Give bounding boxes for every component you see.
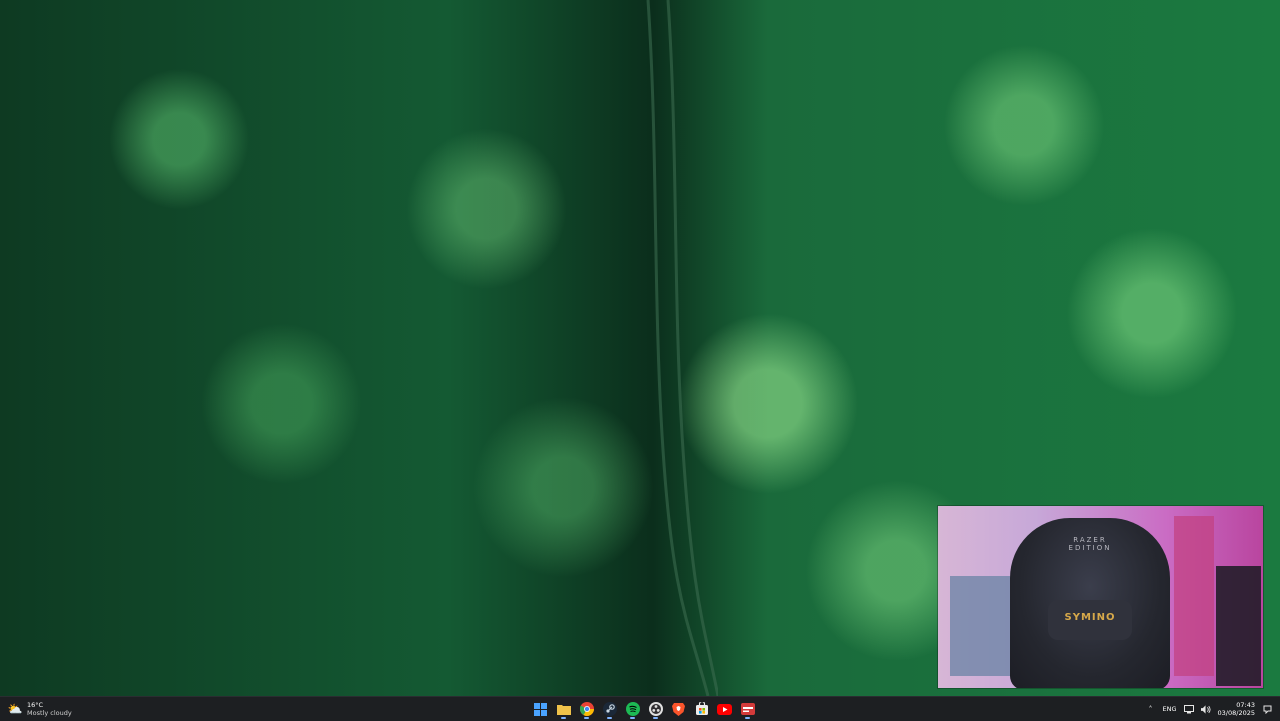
brave-icon: [672, 703, 685, 716]
gaming-chair: RAZER EDITION SYMINO: [1010, 518, 1170, 688]
youtube-button[interactable]: [716, 701, 733, 718]
youtube-icon: [717, 703, 732, 715]
steam-button[interactable]: [601, 701, 618, 719]
clock-time: 07:43: [1236, 701, 1255, 709]
forest-path-decoration: [646, 0, 718, 696]
clock-date: 03/08/2025: [1217, 709, 1255, 717]
webcam-overlay: RAZER EDITION SYMINO: [938, 506, 1263, 688]
chrome-icon: [579, 702, 594, 716]
windows-logo-icon: [534, 702, 547, 716]
chair-pillow: SYMINO: [1048, 600, 1132, 640]
chair-brand: RAZER EDITION: [1010, 536, 1170, 552]
record-icon: [740, 703, 755, 715]
weather-temperature: 16°C: [27, 701, 44, 709]
speaker-icon[interactable]: [1200, 704, 1211, 714]
webcam-monitor: [1216, 566, 1261, 686]
brave-button[interactable]: [670, 701, 687, 718]
taskbar-apps: [532, 699, 756, 719]
spotify-button[interactable]: [624, 701, 641, 719]
recording-app-button[interactable]: [739, 701, 756, 719]
steam-icon: [602, 702, 617, 716]
store-icon: [695, 702, 708, 715]
pillow-text: SYMINO: [1064, 612, 1116, 623]
obs-button[interactable]: [647, 701, 664, 719]
clock[interactable]: 07:43 03/08/2025: [1218, 701, 1255, 717]
show-hidden-icons-chevron-icon[interactable]: ˄: [1146, 704, 1156, 714]
chair-brand-line1: RAZER: [1073, 536, 1107, 544]
system-tray: ˄ ENG 07:43 03/08/2025: [1146, 699, 1272, 719]
start-button[interactable]: [532, 701, 549, 718]
weather-condition: Mostly cloudy: [27, 709, 72, 717]
weather-widget[interactable]: ⛅ 16°C Mostly cloudy: [8, 699, 72, 719]
chair-brand-line2: EDITION: [1068, 544, 1112, 552]
taskbar: ⛅ 16°C Mostly cloudy ˄ ENG 07:43 03/08/2…: [0, 696, 1280, 721]
webcam-door: [1174, 516, 1214, 676]
notification-icon[interactable]: [1262, 704, 1272, 714]
language-indicator[interactable]: ENG: [1163, 705, 1177, 713]
sun-behind-cloud-icon: ⛅: [7, 702, 23, 716]
chrome-button[interactable]: [578, 701, 595, 719]
folder-icon: [556, 705, 571, 715]
webcam-shelf: [950, 576, 1010, 676]
obs-icon: [648, 702, 663, 716]
file-explorer-button[interactable]: [555, 701, 572, 719]
spotify-icon: [625, 702, 640, 716]
microsoft-store-button[interactable]: [693, 701, 710, 718]
network-icon[interactable]: [1183, 704, 1194, 714]
